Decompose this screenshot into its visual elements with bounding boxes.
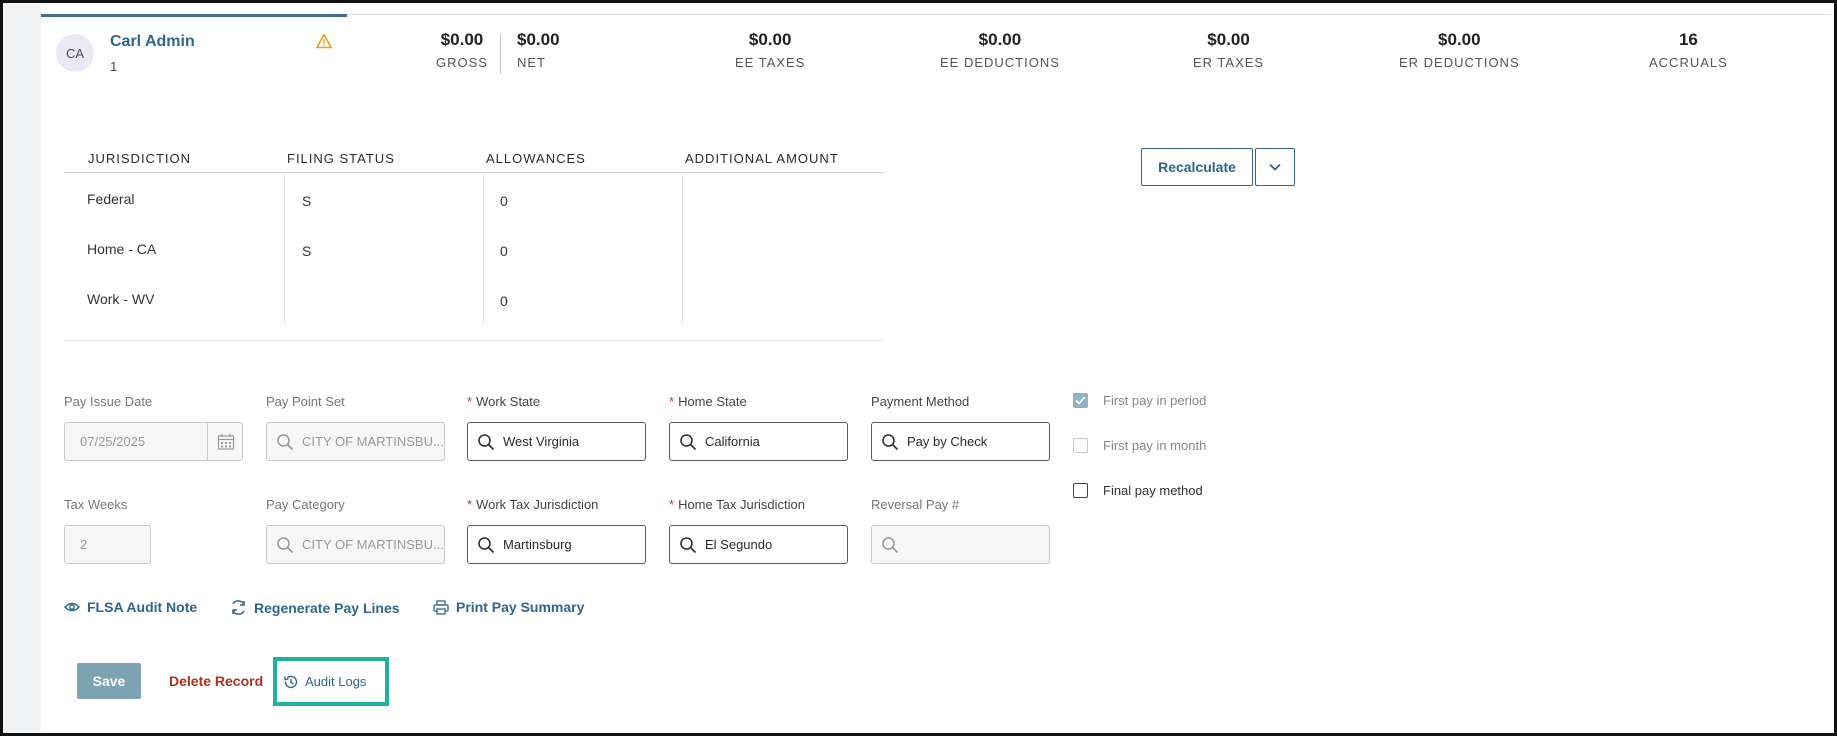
search-icon — [478, 536, 495, 553]
metric-er-taxes: $0.00 ER TAXES — [1193, 30, 1265, 70]
print-pay-summary-link[interactable]: Print Pay Summary — [433, 599, 584, 615]
employee-name[interactable]: Carl Admin — [110, 33, 195, 51]
column-divider — [682, 174, 683, 324]
cell-jurisdiction: Home - CA — [87, 241, 157, 257]
metric-ee-taxes: $0.00 EE TAXES — [735, 30, 806, 70]
delete-record-link[interactable]: Delete Record — [169, 673, 263, 689]
cell-filing-status[interactable]: S — [302, 193, 311, 209]
cell-allowances[interactable]: 0 — [500, 293, 508, 309]
search-icon — [680, 536, 697, 553]
avatar: CA — [56, 34, 94, 72]
search-icon — [277, 536, 294, 553]
column-header-additional-amount: ADDITIONAL AMOUNT — [685, 151, 839, 166]
tax-weeks-label: Tax Weeks — [64, 497, 128, 512]
work-state-label: * Work State — [467, 394, 541, 409]
check-icon — [1075, 396, 1086, 405]
audit-logs-link[interactable]: Audit Logs — [273, 657, 389, 706]
active-tab-indicator — [41, 14, 347, 17]
cell-allowances[interactable]: 0 — [500, 243, 508, 259]
column-divider — [284, 174, 285, 324]
cell-jurisdiction: Federal — [87, 191, 135, 207]
work-state-field[interactable]: West Virginia — [467, 422, 646, 461]
payment-method-label: Payment Method — [871, 394, 970, 409]
flsa-audit-note-link[interactable]: FLSA Audit Note — [64, 599, 197, 615]
search-icon — [277, 433, 294, 450]
metric-gross: $0.00 GROSS — [436, 30, 488, 70]
left-gutter — [3, 0, 41, 736]
payment-method-field[interactable]: Pay by Check — [871, 422, 1050, 461]
first-pay-in-month-checkbox[interactable]: First pay in month — [1073, 438, 1206, 453]
metric-divider — [500, 34, 501, 74]
history-icon — [283, 675, 298, 688]
first-pay-in-period-checkbox[interactable]: First pay in period — [1073, 393, 1206, 408]
pay-category-label: Pay Category — [266, 497, 345, 512]
pay-issue-date-label: Pay Issue Date — [64, 394, 153, 409]
pay-point-set-field[interactable]: CITY OF MARTINSBU... — [266, 422, 445, 461]
reversal-pay-label: Reversal Pay # — [871, 497, 960, 512]
tax-weeks-field[interactable]: 2 — [64, 525, 151, 564]
recalculate-dropdown-button[interactable] — [1255, 148, 1295, 186]
save-button[interactable]: Save — [77, 663, 141, 699]
column-header-filing-status: FILING STATUS — [287, 151, 395, 166]
pay-point-set-label: Pay Point Set — [266, 394, 345, 409]
column-divider — [483, 174, 484, 324]
cell-jurisdiction: Work - WV — [87, 291, 155, 307]
home-state-field[interactable]: California — [669, 422, 848, 461]
work-tax-jurisdiction-label: * Work Tax Jurisdiction — [467, 497, 599, 512]
metric-ee-deductions: $0.00 EE DEDUCTIONS — [940, 30, 1060, 70]
cell-filing-status[interactable]: S — [302, 243, 311, 259]
metric-accruals: 16 ACCRUALS — [1649, 30, 1728, 70]
checkbox-unchecked[interactable] — [1073, 438, 1088, 453]
cell-allowances[interactable]: 0 — [500, 193, 508, 209]
search-icon — [882, 536, 899, 553]
home-state-label: * Home State — [669, 394, 747, 409]
recalculate-button[interactable]: Recalculate — [1141, 148, 1253, 186]
table-header-divider — [64, 172, 884, 173]
search-icon — [478, 433, 495, 450]
table-bottom-divider — [64, 340, 884, 341]
column-header-jurisdiction: JURISDICTION — [88, 151, 191, 166]
home-tax-jurisdiction-field[interactable]: El Segundo — [669, 525, 848, 564]
work-tax-jurisdiction-field[interactable]: Martinsburg — [467, 525, 646, 564]
search-icon — [882, 433, 899, 450]
warning-icon[interactable] — [316, 33, 332, 49]
eye-icon — [64, 602, 80, 612]
checkbox-unchecked[interactable] — [1073, 483, 1088, 498]
search-icon — [680, 433, 697, 450]
home-tax-jurisdiction-label: * Home Tax Jurisdiction — [669, 497, 805, 512]
metric-er-deductions: $0.00 ER DEDUCTIONS — [1399, 30, 1520, 70]
metric-net: $0.00 NET — [517, 30, 560, 70]
employee-number: 1 — [110, 59, 118, 74]
checkbox-checked[interactable] — [1073, 393, 1088, 408]
window-frame — [0, 0, 1837, 736]
printer-icon — [433, 599, 449, 615]
refresh-icon — [232, 600, 245, 615]
calendar-icon[interactable] — [217, 433, 235, 451]
regenerate-pay-lines-link[interactable]: Regenerate Pay Lines — [230, 599, 400, 616]
reversal-pay-field[interactable] — [871, 525, 1050, 564]
final-pay-method-checkbox[interactable]: Final pay method — [1073, 483, 1203, 498]
chevron-down-icon — [1269, 163, 1281, 171]
column-header-allowances: ALLOWANCES — [486, 151, 586, 166]
pay-category-field[interactable]: CITY OF MARTINSBU... — [266, 525, 445, 564]
pay-issue-date-field[interactable]: 07/25/2025 — [64, 422, 243, 461]
